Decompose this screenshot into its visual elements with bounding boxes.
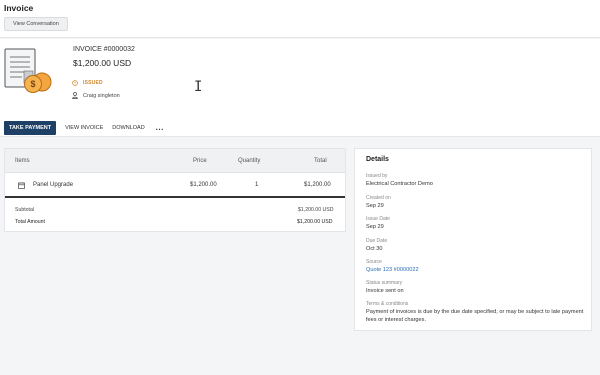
issued-by-value: Electrical Contractor Demo — [366, 181, 433, 187]
invoice-number: INVOICE #0000032 — [73, 46, 135, 53]
column-header-items: Items — [15, 158, 30, 164]
customer-name[interactable]: Craig singleton — [83, 93, 120, 99]
item-quantity: 1 — [255, 182, 259, 188]
details-title: Details — [366, 156, 389, 163]
source-link[interactable]: Quote 123 #0000022 — [366, 266, 586, 274]
person-icon — [72, 92, 78, 99]
top-bar: Invoice View Conversation — [0, 0, 600, 38]
status-clock-icon — [72, 80, 78, 86]
subtotal-value: $1,200.00 USD — [298, 207, 334, 213]
status-summary-value: Invoice sent on — [366, 288, 404, 294]
terms-label: Terms & conditions — [366, 301, 409, 307]
text-cursor-icon: I — [194, 79, 203, 95]
page-title: Invoice — [4, 3, 34, 13]
issue-date-label: Issue Date — [366, 216, 390, 222]
detail-due-date: Due Date Oct 30 — [366, 238, 586, 253]
item-name: Panel Upgrade — [33, 182, 74, 188]
more-options-button[interactable]: ... — [156, 121, 164, 135]
take-payment-button[interactable]: TAKE PAYMENT — [4, 121, 57, 135]
total-row: Total Amount $1,200.00 USD — [5, 216, 345, 228]
table-row[interactable]: Panel Upgrade $1,200.00 1 $1,200.00 — [5, 174, 345, 198]
invoice-header-card: $ INVOICE #0000032 $1,200.00 USD ISSUED … — [0, 39, 600, 137]
svg-text:$: $ — [30, 79, 35, 89]
status-badge: ISSUED — [83, 80, 103, 86]
view-invoice-button[interactable]: VIEW INVOICE — [65, 121, 103, 135]
table-header: Items Price Quantity Total — [5, 149, 345, 173]
issue-date-value: Sep 29 — [366, 224, 384, 230]
due-date-label: Due Date — [366, 238, 388, 244]
items-table: Items Price Quantity Total Panel Upgrade… — [4, 148, 346, 232]
details-panel: Details Issued by Electrical Contractor … — [354, 148, 592, 331]
calendar-icon — [18, 182, 25, 189]
source-label: Source — [366, 259, 382, 265]
status-row: ISSUED — [72, 80, 103, 86]
detail-status-summary: Status summary Invoice sent on — [366, 280, 586, 295]
detail-terms: Terms & conditions Payment of invoices i… — [366, 301, 586, 324]
invoice-illustration-icon: $ — [4, 48, 52, 93]
column-header-quantity: Quantity — [238, 158, 261, 164]
customer-row: Craig singleton — [72, 92, 120, 99]
action-bar: TAKE PAYMENT VIEW INVOICE DOWNLOAD ... — [4, 121, 164, 135]
issued-by-label: Issued by — [366, 173, 388, 179]
invoice-amount: $1,200.00 USD — [73, 58, 132, 68]
detail-source: Source Quote 123 #0000022 — [366, 259, 586, 274]
detail-issue-date: Issue Date Sep 29 — [366, 216, 586, 231]
detail-issued-by: Issued by Electrical Contractor Demo — [366, 173, 586, 188]
column-header-price: Price — [193, 158, 207, 164]
status-summary-label: Status summary — [366, 280, 403, 286]
item-total: $1,200.00 — [304, 182, 331, 188]
created-on-value: Sep 29 — [366, 203, 384, 209]
subtotal-row: Subtotal $1,200.00 USD — [5, 204, 345, 216]
total-label: Total Amount — [15, 219, 45, 225]
column-header-total: Total — [314, 158, 327, 164]
detail-created-on: Created on Sep 29 — [366, 195, 586, 210]
created-on-label: Created on — [366, 195, 391, 201]
download-button[interactable]: DOWNLOAD — [112, 121, 144, 135]
due-date-value: Oct 30 — [366, 246, 383, 252]
terms-value: Payment of invoices is due by the due da… — [366, 309, 584, 323]
view-conversation-button[interactable]: View Conversation — [4, 17, 68, 31]
subtotal-label: Subtotal — [15, 207, 35, 213]
item-price: $1,200.00 — [190, 182, 217, 188]
total-value: $1,200.00 USD — [297, 219, 333, 225]
